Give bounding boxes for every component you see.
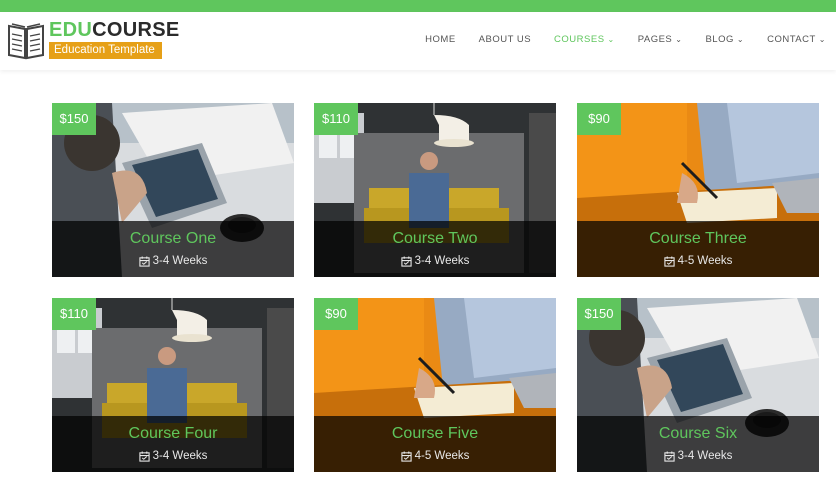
price-badge: $110 <box>314 103 358 135</box>
course-card[interactable]: $150 Course Six 3-4 Weeks <box>577 298 819 472</box>
course-title[interactable]: Course Six <box>577 424 819 444</box>
course-caption: Course Two 3-4 Weeks <box>314 221 556 277</box>
course-card[interactable]: $110 Course Two 3-4 Weeks <box>314 103 556 277</box>
brand-tagline: Education Template <box>49 42 162 59</box>
course-caption: Course Six 3-4 Weeks <box>577 416 819 472</box>
price-badge: $150 <box>577 298 621 330</box>
course-title[interactable]: Course One <box>52 229 294 249</box>
course-title[interactable]: Course Three <box>577 229 819 249</box>
nav-item-pages[interactable]: PAGES ⌄ <box>638 34 683 45</box>
course-card[interactable]: $90 Course Five 4-5 Weeks <box>314 298 556 472</box>
price-badge: $110 <box>52 298 96 330</box>
course-duration-text: 3-4 Weeks <box>677 450 733 462</box>
site-logo[interactable]: EDUCOURSE Education Template <box>7 19 179 60</box>
nav-item-about-us[interactable]: ABOUT US <box>479 34 531 45</box>
course-caption: Course Three 4-5 Weeks <box>577 221 819 277</box>
nav-item-courses[interactable]: COURSES ⌄ <box>554 34 615 45</box>
chevron-down-icon: ⌄ <box>607 34 615 44</box>
nav-item-contact[interactable]: CONTACT ⌄ <box>767 34 826 45</box>
nav-item-label: CONTACT <box>767 34 816 45</box>
nav-item-label: COURSES <box>554 34 605 45</box>
open-book-icon <box>8 23 44 60</box>
course-caption: Course One 3-4 Weeks <box>52 221 294 277</box>
course-title[interactable]: Course Five <box>314 424 556 444</box>
calendar-icon <box>400 450 412 462</box>
calendar-icon <box>400 255 412 267</box>
brand-name: EDUCOURSE <box>49 19 180 41</box>
course-title[interactable]: Course Four <box>52 424 294 444</box>
course-duration-text: 4-5 Weeks <box>414 450 470 462</box>
course-duration: 3-4 Weeks <box>52 450 294 462</box>
course-card[interactable]: $150 Course One 3-4 Weeks <box>52 103 294 277</box>
nav-item-label: HOME <box>425 34 456 45</box>
price-badge: $90 <box>314 298 358 330</box>
price-badge: $150 <box>52 103 96 135</box>
calendar-icon <box>663 450 675 462</box>
price-badge: $90 <box>577 103 621 135</box>
course-duration-text: 3-4 Weeks <box>414 255 470 267</box>
brand-name-part2: COURSE <box>92 19 180 41</box>
chevron-down-icon: ⌄ <box>675 34 683 44</box>
course-caption: Course Four 3-4 Weeks <box>52 416 294 472</box>
course-card[interactable]: $110 Course Four 3-4 Weeks <box>52 298 294 472</box>
nav-item-label: BLOG <box>705 34 734 45</box>
brand-name-part1: EDU <box>49 19 93 41</box>
nav-item-home[interactable]: HOME <box>425 34 456 45</box>
nav-item-blog[interactable]: BLOG ⌄ <box>705 34 744 45</box>
course-duration: 3-4 Weeks <box>52 255 294 267</box>
course-duration: 4-5 Weeks <box>577 255 819 267</box>
course-duration-text: 3-4 Weeks <box>152 255 208 267</box>
top-accent-bar <box>0 0 836 12</box>
calendar-icon <box>138 255 150 267</box>
course-duration: 4-5 Weeks <box>314 450 556 462</box>
chevron-down-icon: ⌄ <box>818 34 826 44</box>
nav-item-label: PAGES <box>637 34 673 45</box>
course-duration-text: 4-5 Weeks <box>677 255 733 267</box>
site-header: EDUCOURSE Education Template HOME ABOUT … <box>0 12 836 70</box>
course-duration: 3-4 Weeks <box>577 450 819 462</box>
course-title[interactable]: Course Two <box>314 229 556 249</box>
calendar-icon <box>663 255 675 267</box>
nav-item-label: ABOUT US <box>478 34 532 45</box>
chevron-down-icon: ⌄ <box>736 34 745 44</box>
calendar-icon <box>138 450 150 462</box>
course-card[interactable]: $90 Course Three 4-5 Weeks <box>577 103 819 277</box>
course-duration-text: 3-4 Weeks <box>152 450 208 462</box>
course-caption: Course Five 4-5 Weeks <box>314 416 556 472</box>
course-duration: 3-4 Weeks <box>314 255 556 267</box>
main-nav: HOME ABOUT US COURSES ⌄ PAGES ⌄ BLOG ⌄ CONT… <box>402 34 826 45</box>
